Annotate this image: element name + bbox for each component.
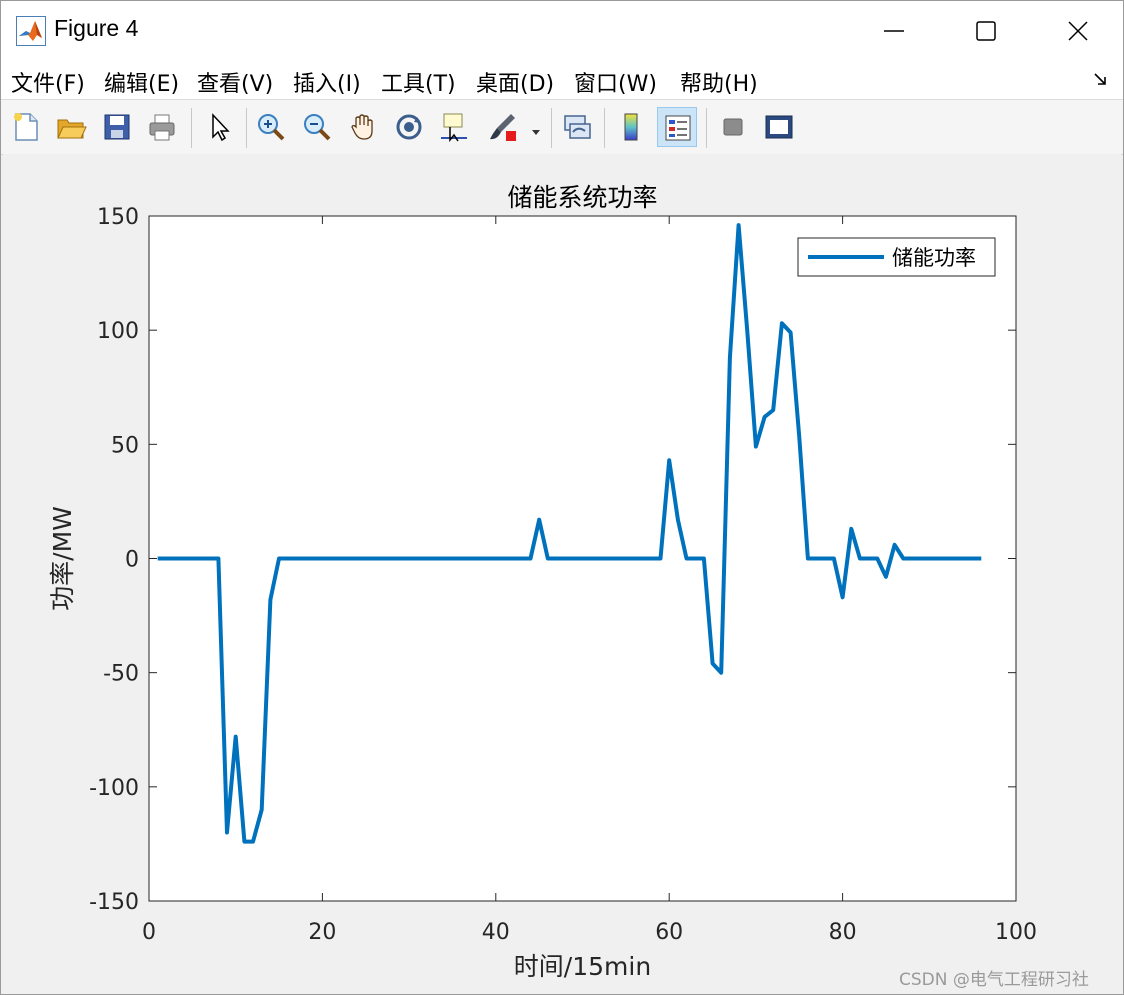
figure-window: Figure 4 文件(F) 编辑(E) 查看(V) 插入(I) 工具(T) 桌… <box>0 0 1124 995</box>
brush-dropdown-icon[interactable] <box>531 122 541 141</box>
brush-button[interactable] <box>483 107 523 147</box>
menu-file[interactable]: 文件(F) <box>11 66 85 98</box>
data-cursor-icon <box>441 113 467 143</box>
save-button[interactable] <box>97 107 137 147</box>
window-title: Figure 4 <box>54 15 139 41</box>
show-plot-tools-icon <box>765 115 793 139</box>
insert-colorbar-button[interactable] <box>611 107 651 147</box>
y-tick-label: 50 <box>111 433 139 458</box>
zoom-out-button[interactable] <box>297 107 337 147</box>
x-tick-label: 80 <box>829 920 857 945</box>
pan-button[interactable] <box>343 107 383 147</box>
edit-plot-arrow-icon <box>212 113 230 142</box>
rotate-3d-button[interactable] <box>389 107 429 147</box>
data-cursor-button[interactable] <box>434 107 474 147</box>
menu-edit[interactable]: 编辑(E) <box>104 66 179 98</box>
x-tick-label: 0 <box>142 920 156 945</box>
watermark-text: CSDN @电气工程研习社 <box>899 970 1089 990</box>
y-tick-label: -50 <box>103 662 139 687</box>
toolbar-separator <box>191 108 192 148</box>
title-bar[interactable]: Figure 4 <box>1 1 1123 59</box>
toolbar-separator <box>551 108 552 148</box>
print-icon <box>149 114 175 141</box>
x-tick-label: 20 <box>308 920 336 945</box>
menu-bar: 文件(F) 编辑(E) 查看(V) 插入(I) 工具(T) 桌面(D) 窗口(W… <box>1 59 1123 99</box>
y-tick-label: -100 <box>89 776 139 801</box>
y-tick-label: 100 <box>97 319 139 344</box>
y-axis-label: 功率/MW <box>48 506 77 611</box>
minimize-button[interactable] <box>847 1 939 59</box>
x-axis-label: 时间/15min <box>514 952 651 981</box>
legend-entry-label: 储能功率 <box>892 246 976 270</box>
x-tick-label: 100 <box>995 920 1037 945</box>
toolbar-separator <box>706 108 707 148</box>
chart-svg[interactable]: 0 20 40 60 80 100 150 100 50 0 -50 -100 -150 储能系统功率时间… <box>3 154 1121 994</box>
open-file-icon <box>57 119 87 139</box>
open-file-button[interactable] <box>51 107 91 147</box>
close-button[interactable] <box>1031 1 1123 59</box>
new-figure-button[interactable] <box>6 107 46 147</box>
y-tick-label: -150 <box>89 890 139 915</box>
menu-view[interactable]: 查看(V) <box>197 66 273 98</box>
maximize-button[interactable] <box>939 1 1031 59</box>
matlab-icon <box>16 16 46 46</box>
menu-tools[interactable]: 工具(T) <box>381 66 456 98</box>
figure-toolbar <box>1 99 1123 155</box>
minimize-icon <box>884 30 904 32</box>
figure-canvas[interactable]: 0 20 40 60 80 100 150 100 50 0 -50 -100 -150 储能系统功率 时间… <box>3 154 1121 994</box>
toolbar-separator <box>246 108 247 148</box>
zoom-in-icon <box>258 114 285 141</box>
hide-plot-tools-button[interactable] <box>713 107 753 147</box>
toolbar-separator <box>604 108 605 148</box>
rotate-3d-icon <box>396 114 422 140</box>
save-icon <box>104 114 130 140</box>
insert-legend-button[interactable] <box>657 107 697 147</box>
menu-window[interactable]: 窗口(W) <box>574 66 657 98</box>
menu-desktop[interactable]: 桌面(D) <box>476 66 554 98</box>
new-figure-icon <box>14 113 38 141</box>
menu-help[interactable]: 帮助(H) <box>680 66 758 98</box>
x-tick-label: 40 <box>482 920 510 945</box>
edit-plot-button[interactable] <box>199 107 239 147</box>
chart-title: 储能系统功率 <box>507 183 657 212</box>
pan-hand-icon <box>351 114 373 140</box>
menu-insert[interactable]: 插入(I) <box>293 66 361 98</box>
link-plot-icon <box>564 115 591 139</box>
maximize-icon <box>976 21 996 41</box>
insert-legend-icon <box>665 115 691 141</box>
zoom-in-button[interactable] <box>251 107 291 147</box>
show-plot-tools-button[interactable] <box>759 107 799 147</box>
y-tick-label: 0 <box>125 548 139 573</box>
dock-arrow-icon[interactable] <box>1093 71 1109 91</box>
close-icon <box>1068 21 1088 41</box>
x-tick-label: 60 <box>655 920 683 945</box>
link-plot-button[interactable] <box>557 107 597 147</box>
insert-colorbar-icon <box>624 113 638 141</box>
brush-icon <box>490 114 516 141</box>
y-tick-label: 150 <box>97 205 139 230</box>
hide-plot-tools-icon <box>723 118 743 136</box>
zoom-out-icon <box>304 114 331 141</box>
print-button[interactable] <box>142 107 182 147</box>
